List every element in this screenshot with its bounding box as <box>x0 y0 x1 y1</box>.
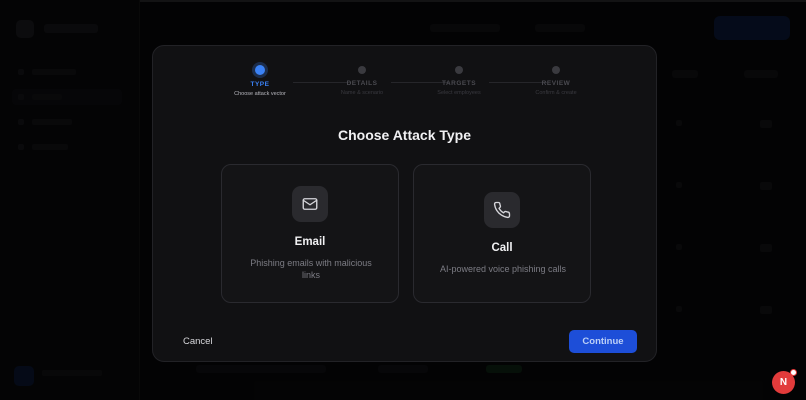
step-label: TARGETS <box>441 80 477 87</box>
notification-dot-icon <box>790 369 797 376</box>
step-indicator-icon <box>255 65 265 75</box>
attack-type-call-card[interactable]: Call AI-powered voice phishing calls <box>413 164 591 303</box>
step-indicator-icon <box>358 66 366 74</box>
cancel-button[interactable]: Cancel <box>183 336 213 347</box>
step-label: REVIEW <box>541 80 571 87</box>
option-description: Phishing emails with malicious links <box>250 258 372 280</box>
modal-title: Choose Attack Type <box>337 127 472 143</box>
continue-button[interactable]: Continue <box>569 330 637 353</box>
step-indicator-icon <box>455 66 463 74</box>
step-description: Select employees <box>437 90 481 96</box>
step-description: Confirm & create <box>535 90 577 96</box>
stepper: TYPE Choose attack vector DETAILS Name &… <box>153 65 656 106</box>
step-details: DETAILS Name & scenario <box>312 66 412 96</box>
step-type: TYPE Choose attack vector <box>210 65 310 97</box>
phone-icon <box>484 192 520 228</box>
step-indicator-icon <box>552 66 560 74</box>
create-campaign-modal: TYPE Choose attack vector DETAILS Name &… <box>152 45 657 362</box>
step-description: Choose attack vector <box>234 91 286 97</box>
mail-icon <box>292 186 328 222</box>
step-label: DETAILS <box>346 80 378 87</box>
option-description: AI-powered voice phishing calls <box>439 264 567 274</box>
option-title: Call <box>491 242 513 254</box>
step-review: REVIEW Confirm & create <box>506 66 606 96</box>
step-targets: TARGETS Select employees <box>409 66 509 96</box>
step-label: TYPE <box>250 81 270 88</box>
option-title: Email <box>294 236 326 248</box>
step-description: Name & scenario <box>340 90 384 96</box>
attack-type-email-card[interactable]: Email Phishing emails with malicious lin… <box>221 164 399 303</box>
